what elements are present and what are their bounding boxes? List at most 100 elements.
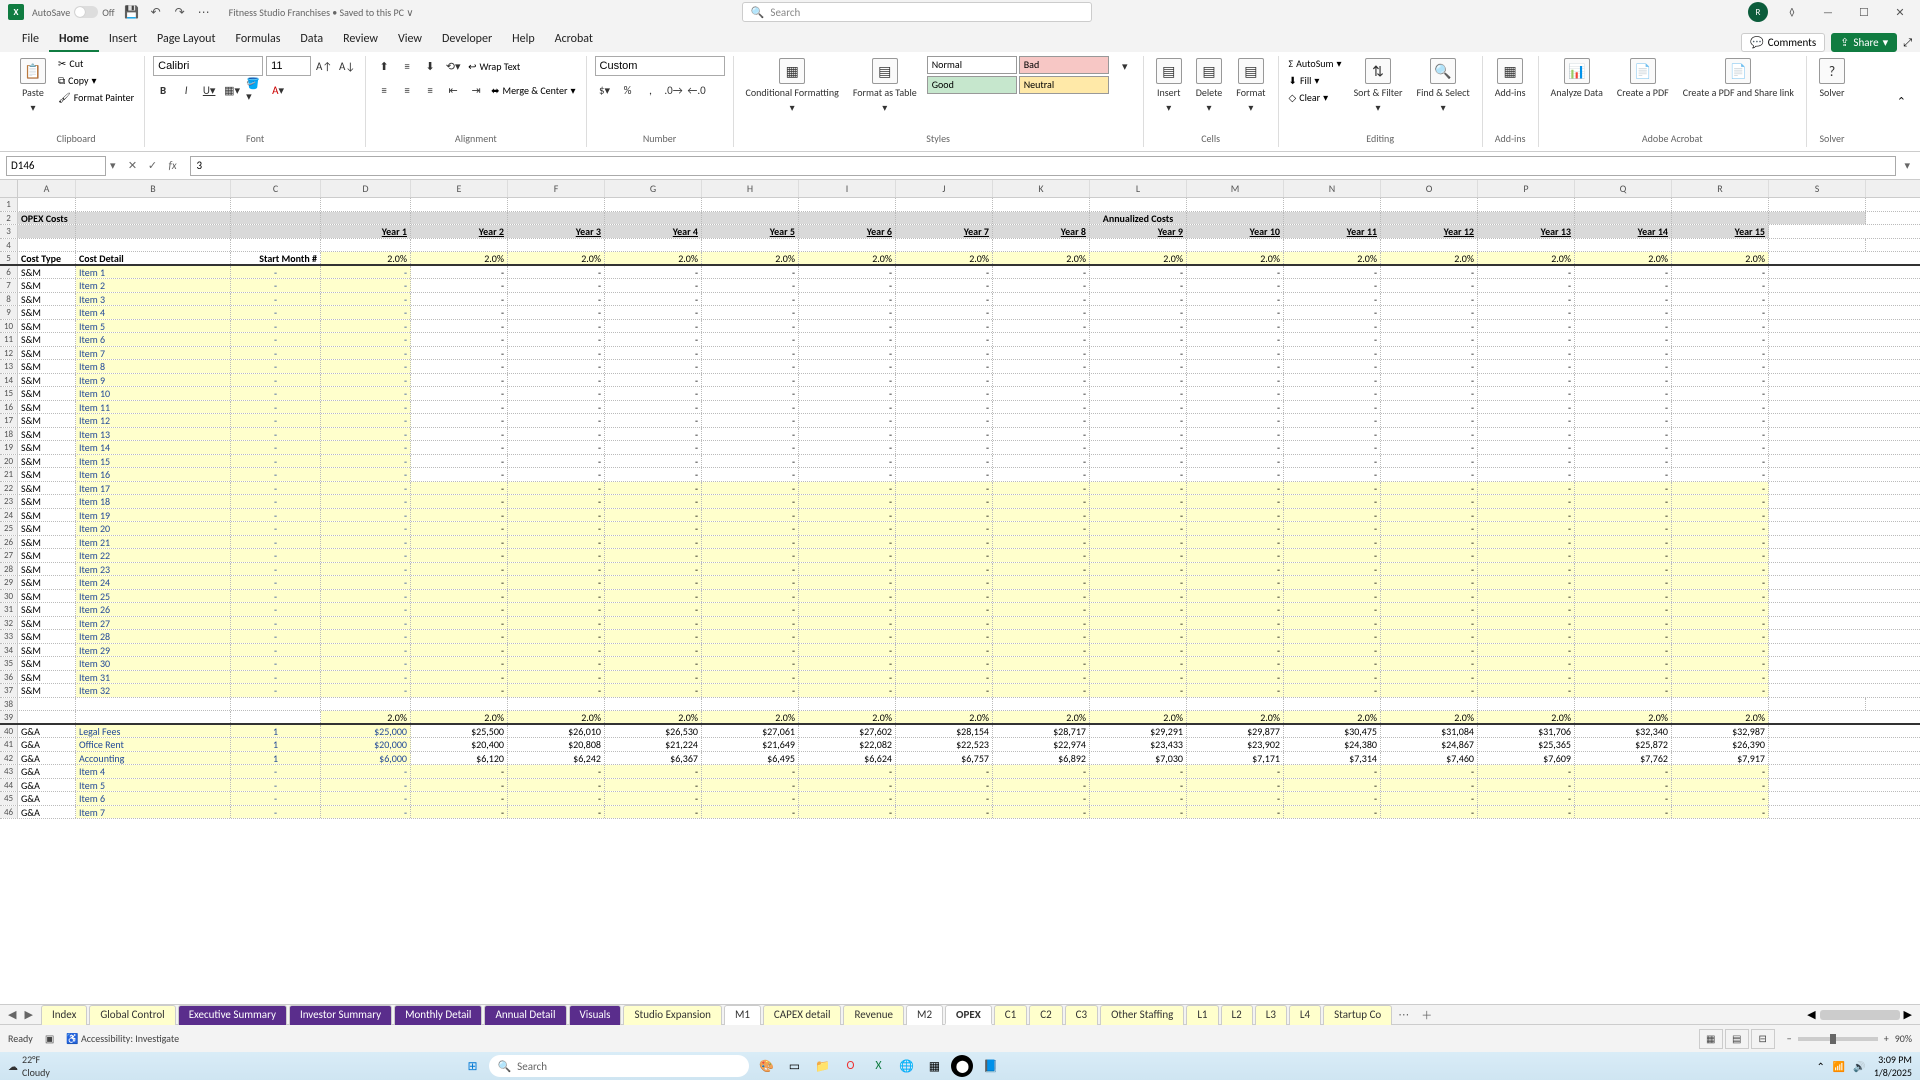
cell[interactable]: - [702, 765, 799, 778]
cell[interactable]: - [1478, 414, 1575, 427]
cell[interactable]: - [1090, 590, 1187, 603]
cell[interactable]: $32,340 [1575, 725, 1672, 738]
cell[interactable]: - [1187, 266, 1284, 279]
cut-button[interactable]: ✂ Cut [56, 56, 136, 71]
cell[interactable]: - [896, 374, 993, 387]
solver-button[interactable]: ?Solver [1815, 56, 1849, 101]
cell[interactable] [411, 698, 508, 711]
cell[interactable]: - [231, 806, 321, 819]
cell[interactable]: - [1187, 360, 1284, 373]
cell[interactable]: - [1575, 684, 1672, 697]
cell[interactable]: - [1284, 306, 1381, 319]
cell[interactable]: - [231, 482, 321, 495]
cell[interactable]: - [1478, 644, 1575, 657]
cell[interactable]: - [1090, 441, 1187, 454]
cell[interactable]: - [896, 576, 993, 589]
cell[interactable]: S&M [18, 657, 76, 670]
cell[interactable]: - [1381, 387, 1478, 400]
cancel-formula-icon[interactable]: ✕ [124, 157, 142, 175]
cell[interactable]: - [321, 279, 411, 292]
cell[interactable]: - [1187, 630, 1284, 643]
cell[interactable]: - [1381, 779, 1478, 792]
cell[interactable]: - [1575, 279, 1672, 292]
cell[interactable]: Item 22 [76, 549, 231, 562]
cell[interactable]: - [799, 576, 896, 589]
cell[interactable]: - [1284, 792, 1381, 805]
cell[interactable]: - [993, 428, 1090, 441]
cell[interactable]: - [799, 387, 896, 400]
cell[interactable]: - [896, 347, 993, 360]
cell[interactable]: - [1090, 549, 1187, 562]
cell[interactable]: - [1575, 590, 1672, 603]
cell[interactable]: - [1575, 482, 1672, 495]
cell[interactable]: - [1187, 779, 1284, 792]
zoom-slider[interactable] [1798, 1037, 1878, 1041]
row-header[interactable]: 40 [0, 725, 18, 738]
sheet-tab-l2[interactable]: L2 [1221, 1005, 1253, 1025]
cell[interactable] [1478, 698, 1575, 711]
cell[interactable]: - [1478, 428, 1575, 441]
cell[interactable]: - [1672, 333, 1769, 346]
cell[interactable]: - [1478, 482, 1575, 495]
cell[interactable]: - [1478, 333, 1575, 346]
cell[interactable] [896, 212, 993, 225]
cell[interactable]: - [1187, 495, 1284, 508]
cell[interactable]: - [508, 630, 605, 643]
cell[interactable]: - [896, 428, 993, 441]
cell[interactable]: 2.0% [799, 252, 896, 264]
cell[interactable]: - [1381, 671, 1478, 684]
cell[interactable]: - [508, 347, 605, 360]
cell[interactable] [1575, 212, 1672, 225]
cell[interactable]: - [1575, 387, 1672, 400]
format-cells-button[interactable]: ▤Format▾ [1232, 56, 1269, 116]
cell[interactable]: - [508, 509, 605, 522]
cell[interactable]: - [1478, 563, 1575, 576]
cell[interactable] [1381, 239, 1478, 252]
cell[interactable]: - [1187, 414, 1284, 427]
cell[interactable]: - [411, 441, 508, 454]
align-bottom-icon[interactable]: ⬇ [420, 56, 440, 76]
cell[interactable]: - [1090, 455, 1187, 468]
cell[interactable]: S&M [18, 590, 76, 603]
cell[interactable]: - [1575, 576, 1672, 589]
cell[interactable]: Item 29 [76, 644, 231, 657]
cell[interactable]: - [1575, 333, 1672, 346]
cell[interactable]: - [1575, 306, 1672, 319]
addins-button[interactable]: ▦Add-ins [1491, 56, 1530, 101]
cell[interactable]: - [231, 792, 321, 805]
cell[interactable]: OPEX Costs [18, 212, 76, 225]
row-header[interactable]: 42 [0, 752, 18, 765]
cell[interactable]: $28,154 [896, 725, 993, 738]
cell[interactable]: - [993, 401, 1090, 414]
cell[interactable] [411, 212, 508, 225]
cell[interactable]: - [896, 333, 993, 346]
cell[interactable]: - [605, 374, 702, 387]
cell[interactable]: - [231, 576, 321, 589]
cell[interactable]: $22,974 [993, 738, 1090, 751]
cell[interactable]: - [993, 455, 1090, 468]
cell[interactable]: - [896, 549, 993, 562]
cell[interactable]: Item 1 [76, 266, 231, 279]
cell[interactable]: - [1672, 576, 1769, 589]
cell[interactable]: Year 13 [1478, 225, 1575, 238]
cell[interactable]: - [1381, 414, 1478, 427]
cell[interactable]: - [1575, 320, 1672, 333]
cell[interactable]: - [993, 536, 1090, 549]
cell[interactable]: - [1284, 293, 1381, 306]
cell[interactable]: - [993, 522, 1090, 535]
cell[interactable]: - [605, 549, 702, 562]
cell[interactable]: - [993, 603, 1090, 616]
cell[interactable]: - [1672, 779, 1769, 792]
column-headers[interactable]: ABCDEFGHIJKLMNOPQRS [0, 180, 1920, 198]
cell[interactable]: - [1090, 779, 1187, 792]
cell[interactable] [1284, 212, 1381, 225]
cell[interactable]: Item 13 [76, 428, 231, 441]
hscroll-left-icon[interactable]: ◀ [1807, 1008, 1815, 1021]
cell[interactable]: $26,530 [605, 725, 702, 738]
cell[interactable]: Year 8 [993, 225, 1090, 238]
cell[interactable]: - [1575, 603, 1672, 616]
cell[interactable] [702, 698, 799, 711]
cell[interactable]: - [1381, 536, 1478, 549]
cell[interactable]: Year 12 [1381, 225, 1478, 238]
ribbon-tab-data[interactable]: Data [290, 28, 333, 52]
